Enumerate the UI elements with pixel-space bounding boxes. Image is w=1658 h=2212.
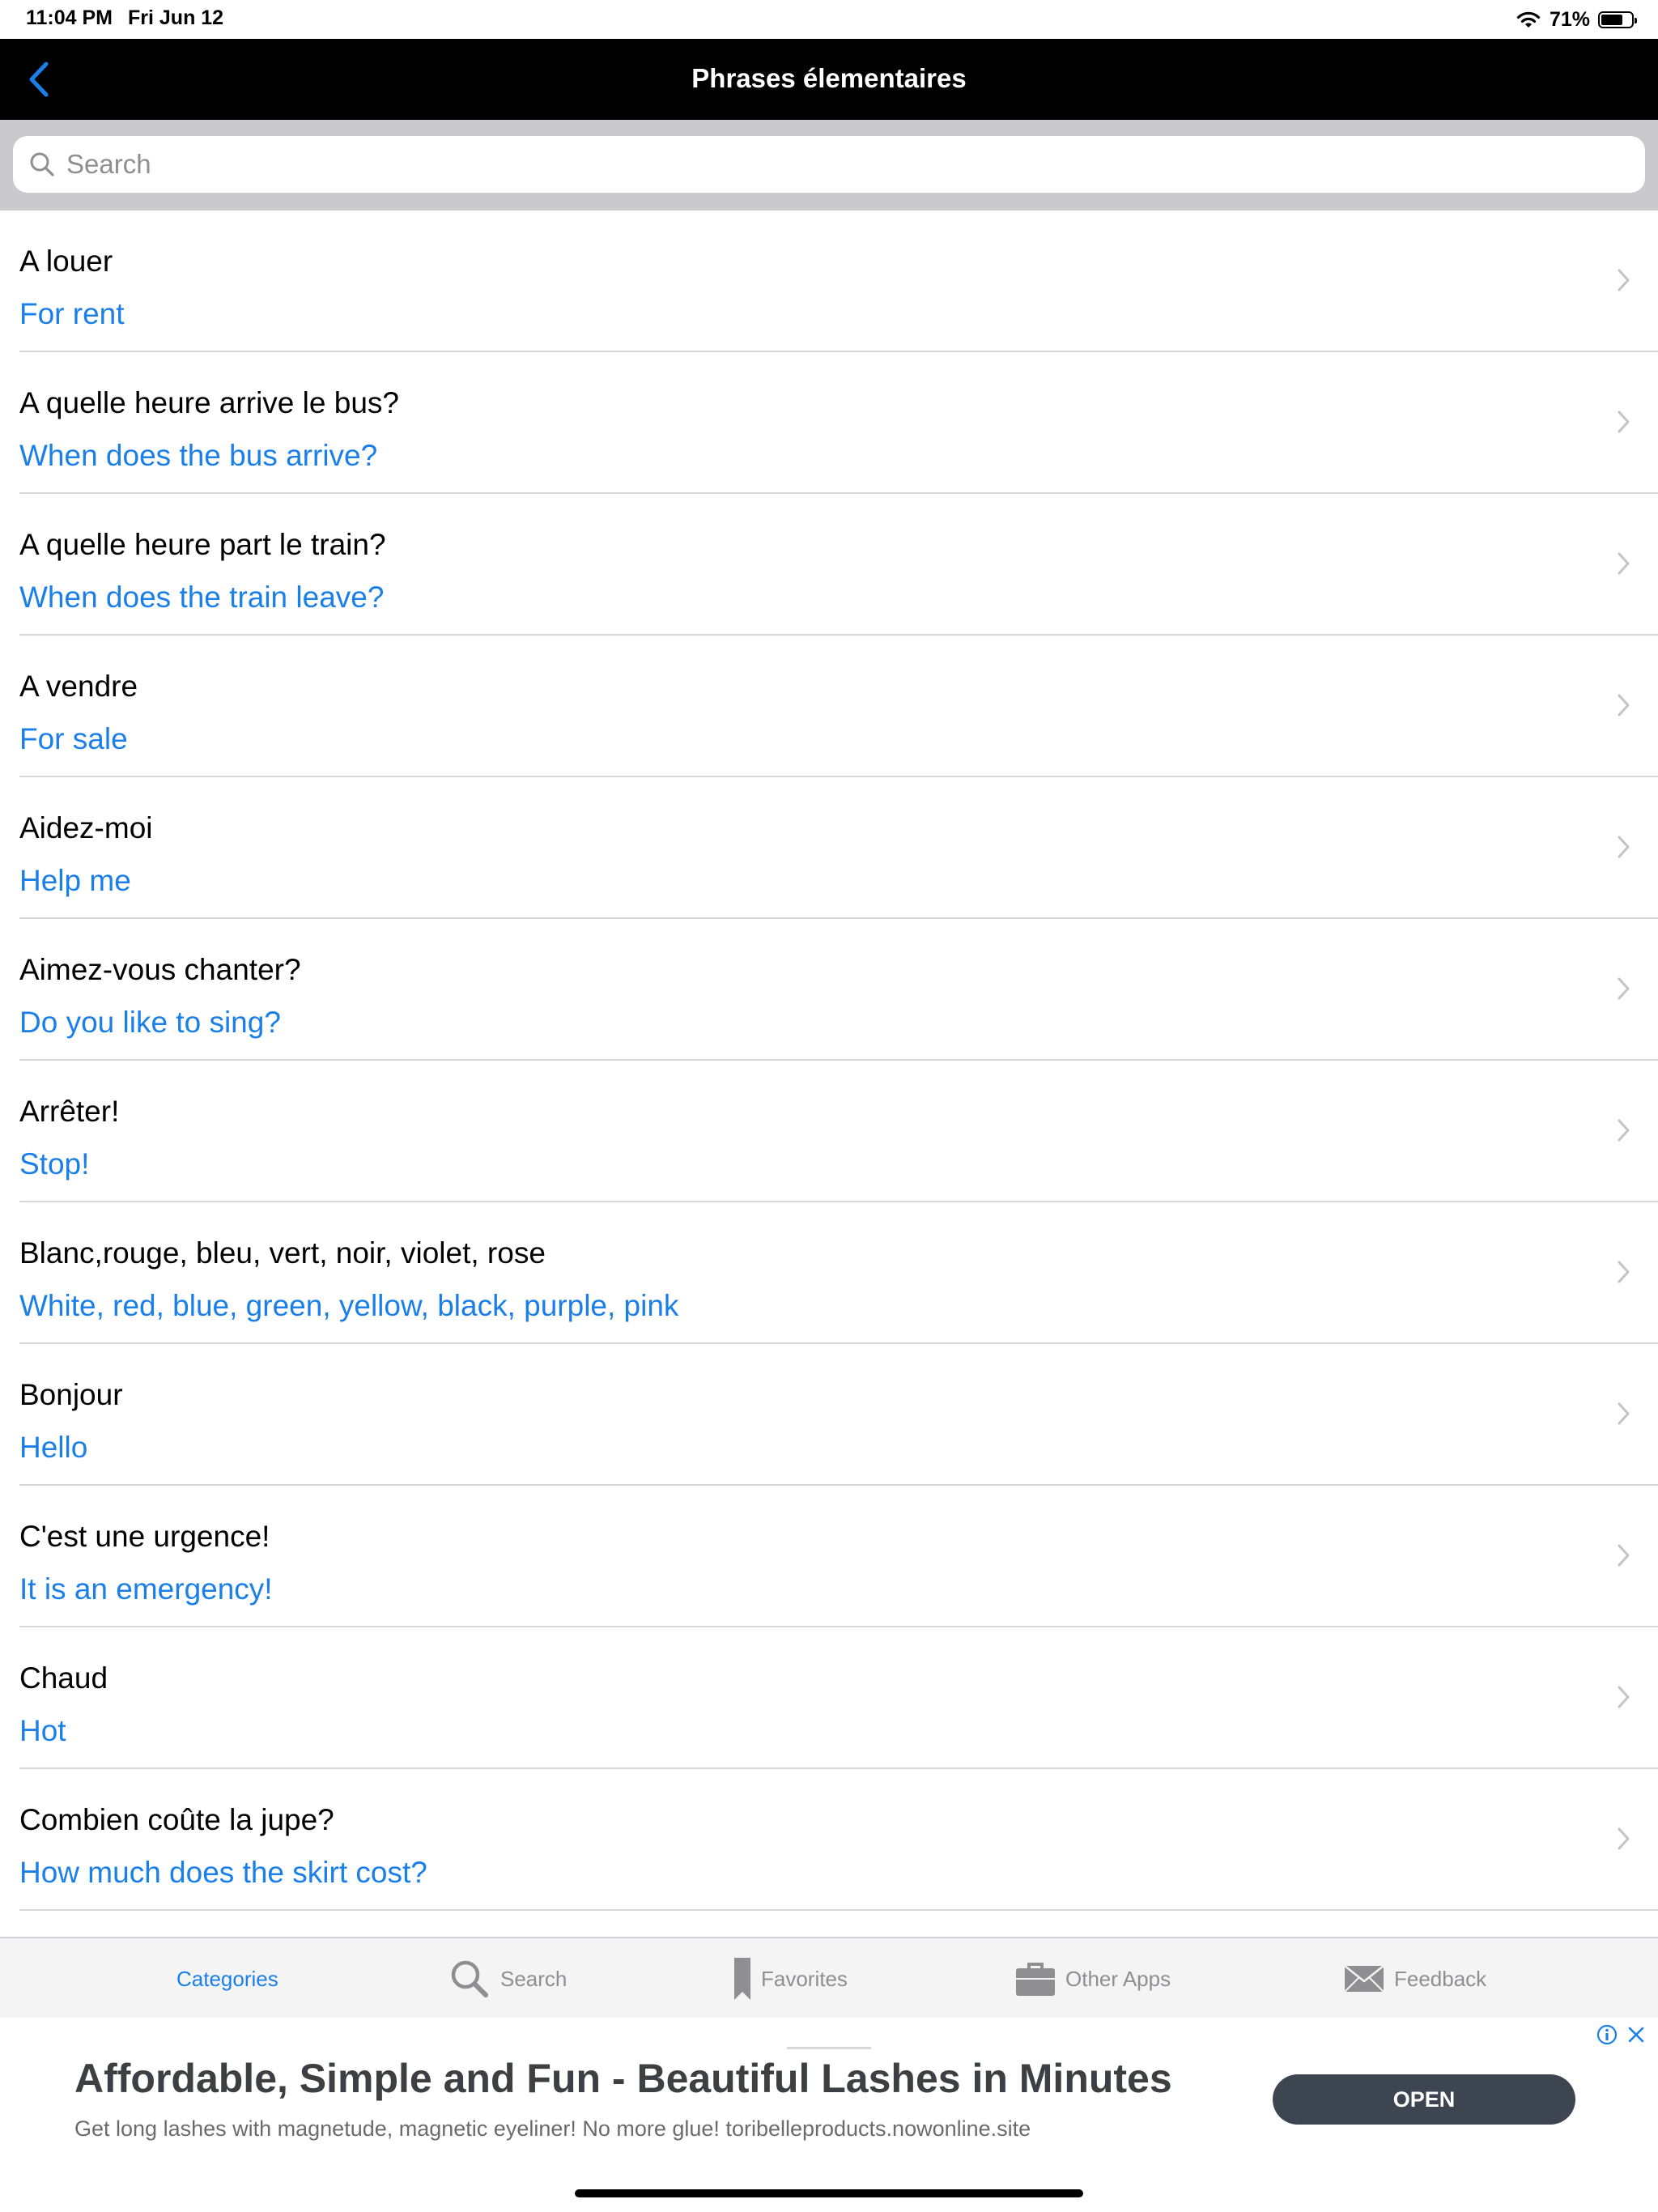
chevron-right-icon	[1618, 269, 1630, 291]
list-item[interactable]: A vendre For sale	[19, 636, 1658, 777]
phrase-english: For sale	[19, 722, 128, 755]
tab-search[interactable]: Search	[449, 1938, 567, 2019]
phrase-french: A quelle heure part le train?	[19, 528, 386, 561]
ad-divider	[787, 2047, 871, 2049]
search-icon	[30, 152, 54, 177]
phrase-french: Bonjour	[19, 1378, 123, 1411]
chevron-right-icon	[1618, 1402, 1630, 1425]
search-icon	[451, 1960, 488, 1997]
tab-label: Feedback	[1394, 1966, 1487, 1991]
battery-percent: 71%	[1549, 7, 1590, 31]
phrase-english: When does the bus arrive?	[19, 439, 378, 472]
list-item[interactable]: A quelle heure part le train? When does t…	[19, 494, 1658, 636]
close-icon[interactable]	[1626, 2024, 1647, 2045]
phrase-french: Combien coûte la jupe?	[19, 1803, 334, 1836]
phrase-french: Aimez-vous chanter?	[19, 953, 301, 986]
list-item[interactable]: Arrêter! Stop!	[19, 1061, 1658, 1202]
phrase-french: A quelle heure arrive le bus?	[19, 386, 399, 419]
phrase-english: How much does the skirt cost?	[19, 1856, 427, 1889]
phrase-french: Arrêter!	[19, 1095, 120, 1128]
ad-banner[interactable]: Affordable, Simple and Fun - Beautiful L…	[0, 2018, 1658, 2196]
status-time: 11:04 PM	[26, 6, 113, 29]
tab-label: Categories	[176, 1966, 278, 1991]
chevron-right-icon	[1618, 977, 1630, 1000]
tab-feedback[interactable]: Feedback	[1344, 1938, 1486, 2019]
phrase-english: Hello	[19, 1431, 88, 1464]
tab-favorites[interactable]: Favorites	[733, 1938, 848, 2019]
navigation-bar: Phrases élementaires	[0, 39, 1658, 120]
tab-other-apps[interactable]: Other Apps	[1015, 1938, 1171, 2019]
list-item[interactable]: Aidez-moi Help me	[19, 777, 1658, 919]
chevron-right-icon	[1618, 1119, 1630, 1142]
phrase-english: Stop!	[19, 1147, 90, 1180]
phrase-french: Blanc,rouge, bleu, vert, noir, violet, r…	[19, 1236, 546, 1270]
tab-label: Other Apps	[1065, 1966, 1171, 1991]
phrase-english: Help me	[19, 864, 131, 897]
ad-title[interactable]: Affordable, Simple and Fun - Beautiful L…	[74, 2055, 1172, 2102]
info-icon[interactable]	[1596, 2024, 1618, 2045]
phrase-list: A louer For rent A quelle heure arrive le …	[0, 211, 1658, 1937]
battery-level	[1601, 14, 1622, 25]
chevron-right-icon	[1618, 1261, 1630, 1283]
tab-label: Search	[500, 1966, 568, 1991]
wifi-icon	[1516, 11, 1541, 28]
tab-label: Favorites	[761, 1966, 848, 1991]
search-input[interactable]	[65, 148, 1645, 181]
page-title: Phrases élementaires	[691, 63, 967, 93]
list-item[interactable]: Blanc,rouge, bleu, vert, noir, violet, r…	[19, 1202, 1658, 1344]
battery-icon	[1598, 11, 1637, 28]
list-item[interactable]: Chaud Hot	[19, 1627, 1658, 1769]
phrase-english: Do you like to sing?	[19, 1006, 281, 1039]
bookmark-icon	[734, 1958, 750, 2000]
chevron-right-icon	[1618, 1686, 1630, 1708]
ad-description[interactable]: Get long lashes with magnetude, magnetic…	[74, 2116, 1031, 2142]
chevron-right-icon	[1618, 1827, 1630, 1850]
phrase-english: White, red, blue, green, yellow, black, …	[19, 1289, 679, 1322]
status-bar: 11:04 PM Fri Jun 12 71%	[0, 0, 1658, 39]
chevron-right-icon	[1618, 1544, 1630, 1567]
list-item[interactable]: Bonjour Hello	[19, 1344, 1658, 1486]
phrase-english: Hot	[19, 1714, 66, 1747]
home-indicator[interactable]	[575, 2189, 1083, 2197]
phrase-french: A louer	[19, 245, 113, 278]
phrase-french: C'est une urgence!	[19, 1520, 270, 1553]
phrase-english: It is an emergency!	[19, 1572, 273, 1606]
briefcase-icon	[1016, 1963, 1055, 1996]
chevron-right-icon	[1618, 836, 1630, 858]
list-item[interactable]: A louer For rent	[19, 211, 1658, 352]
search-bar	[0, 120, 1658, 211]
chevron-right-icon	[1618, 694, 1630, 717]
list-item[interactable]: Combien coûte la jupe? How much does the …	[19, 1769, 1658, 1911]
list-item[interactable]: A quelle heure arrive le bus? When does t…	[19, 352, 1658, 494]
tab-bar: Categories Search Favorites Other Apps F…	[0, 1937, 1658, 2018]
list-item[interactable]: C'est une urgence! It is an emergency!	[19, 1486, 1658, 1627]
chevron-right-icon	[1618, 410, 1630, 433]
list-item[interactable]: Aimez-vous chanter? Do you like to sing?	[19, 919, 1658, 1061]
status-date: Fri Jun 12	[128, 6, 224, 29]
envelope-icon	[1344, 1965, 1384, 1993]
search-field[interactable]	[13, 136, 1645, 193]
status-indicators: 71%	[1516, 5, 1637, 34]
ad-open-button[interactable]: OPEN	[1273, 2074, 1575, 2125]
phrase-french: Aidez-moi	[19, 811, 153, 844]
phrase-english: When does the train leave?	[19, 581, 385, 614]
phrase-french: A vendre	[19, 670, 138, 703]
tab-categories[interactable]: Categories	[176, 1938, 278, 2019]
phrase-french: Chaud	[19, 1661, 108, 1695]
phrase-english: For rent	[19, 297, 125, 330]
chevron-right-icon	[1618, 552, 1630, 575]
